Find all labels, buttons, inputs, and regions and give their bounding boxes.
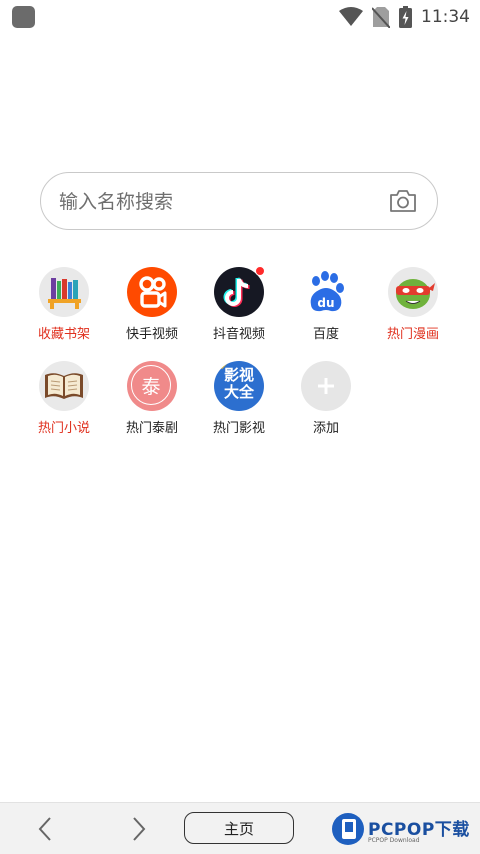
search-input[interactable] [57, 173, 381, 230]
shortcut-novels[interactable]: 热门小说 [19, 361, 109, 436]
camera-icon[interactable] [389, 189, 417, 213]
baidu-paw-icon: du [301, 267, 351, 317]
pcpop-watermark: PCPOP下载 PCPOP Download [330, 811, 478, 851]
shortcut-label: 热门小说 [37, 421, 90, 436]
shortcut-label: 热门泰剧 [125, 421, 178, 436]
shortcut-douyin[interactable]: 抖音视频 [194, 266, 284, 342]
forward-arrow-icon[interactable] [127, 815, 151, 843]
shortcut-baidu[interactable]: du 百度 [281, 267, 371, 342]
shortcut-label: 抖音视频 [212, 327, 265, 342]
battery-charging-icon [399, 6, 412, 28]
shortcut-bookshelf[interactable]: 收藏书架 [19, 267, 109, 342]
shortcut-thai-drama[interactable]: 泰 热门泰剧 [107, 361, 197, 436]
notification-dot [255, 266, 265, 276]
back-arrow-icon[interactable] [33, 815, 57, 843]
pcpop-logo-icon [332, 813, 364, 845]
film-tv-icon: 影视 大全 [214, 361, 264, 411]
douyin-icon [214, 266, 265, 317]
wifi-icon [339, 7, 363, 26]
home-button[interactable]: 主页 [184, 812, 294, 844]
shortcut-comics[interactable]: 热门漫画 [368, 267, 458, 342]
shortcut-label: 百度 [312, 327, 339, 342]
watermark-subtext: PCPOP Download [368, 837, 420, 844]
shortcut-film-tv[interactable]: 影视 大全 热门影视 [194, 361, 284, 436]
bottom-nav-bar: 主页 PCPOP下载 PCPOP Download [0, 802, 480, 854]
shortcut-add[interactable]: 添加 [281, 361, 371, 436]
film-tv-icon-text-1: 影视 [223, 366, 254, 384]
open-book-icon [39, 361, 89, 411]
ninja-turtle-icon [388, 267, 438, 317]
kuaishou-icon [127, 267, 177, 317]
shortcut-label: 快手视频 [125, 327, 178, 342]
status-bar: 11:34 [0, 0, 480, 34]
no-sim-icon [372, 7, 390, 28]
thai-drama-icon: 泰 [127, 361, 177, 411]
plus-icon [301, 361, 351, 411]
shortcut-label: 热门漫画 [386, 327, 439, 342]
status-icons: 11:34 [339, 6, 470, 28]
thai-drama-icon-text: 泰 [141, 375, 161, 398]
shortcut-kuaishou[interactable]: 快手视频 [107, 267, 197, 342]
svg-text:du: du [317, 296, 334, 310]
bookshelf-icon [39, 267, 89, 317]
shortcut-label: 收藏书架 [37, 327, 90, 342]
film-tv-icon-text-2: 大全 [223, 383, 254, 401]
search-bar[interactable] [40, 172, 438, 230]
shortcut-label: 添加 [312, 421, 339, 436]
clock: 11:34 [421, 7, 470, 27]
app-notification-icon [12, 6, 35, 28]
shortcut-label: 热门影视 [212, 421, 265, 436]
